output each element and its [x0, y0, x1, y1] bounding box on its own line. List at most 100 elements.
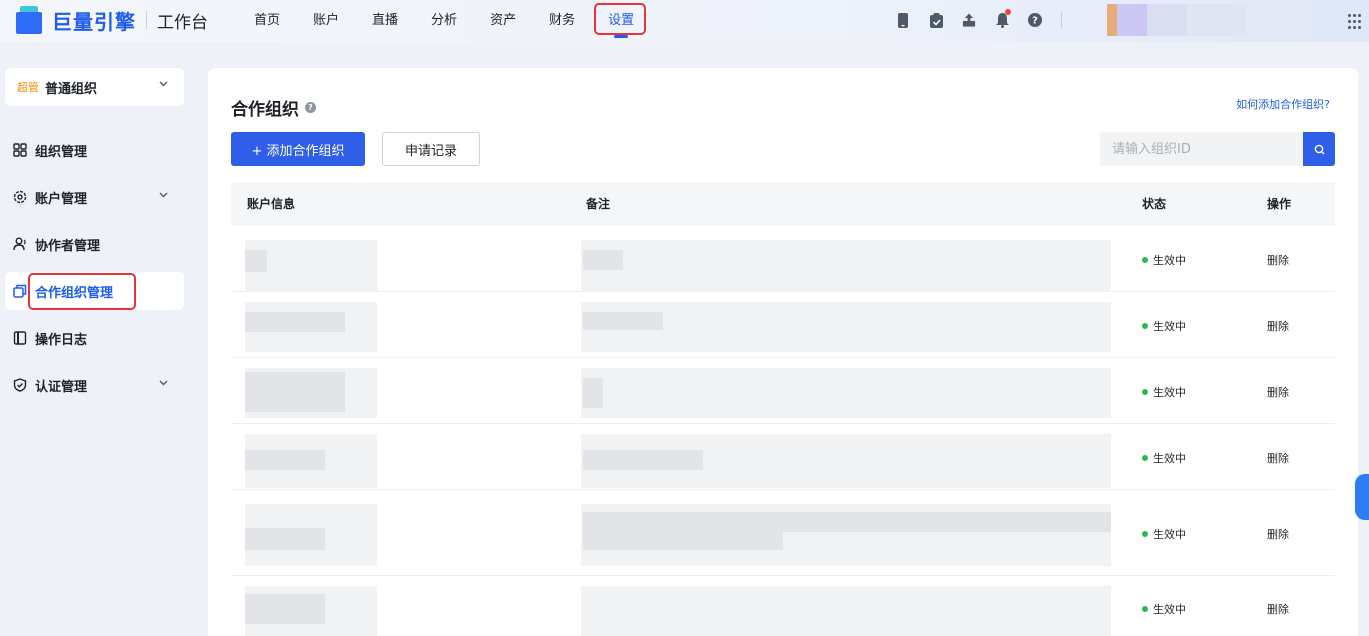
status-dot: [1142, 455, 1148, 461]
status-dot: [1142, 531, 1148, 537]
apps-grid-icon[interactable]: [1348, 14, 1364, 30]
nav-live[interactable]: 直播: [372, 0, 398, 42]
account-info-blurred: [245, 372, 345, 412]
status-text: 生效中: [1153, 386, 1186, 399]
table-row: 生效中 删除: [231, 226, 1335, 292]
delete-link[interactable]: 删除: [1267, 526, 1289, 542]
nav-home[interactable]: 首页: [254, 0, 280, 42]
toolbar-divider: [1061, 12, 1062, 28]
log-icon: [12, 330, 28, 346]
delete-link[interactable]: 删除: [1267, 252, 1289, 268]
org-id-search-input[interactable]: [1100, 132, 1303, 166]
toolbar-icons: ?: [896, 9, 1078, 28]
sidebar-item-label: 组织管理: [35, 144, 88, 160]
status-badge: 生效中: [1142, 318, 1186, 334]
sidebar-item-account-management[interactable]: 账户管理: [5, 178, 184, 216]
help-icon[interactable]: ?: [1028, 12, 1042, 28]
column-status: 状态: [1142, 197, 1167, 211]
upload-icon[interactable]: [962, 12, 976, 28]
status-badge: 生效中: [1142, 526, 1186, 542]
account-info-blurred: [245, 450, 325, 470]
table-row: 生效中 删除: [231, 576, 1335, 636]
remark-blurred: [581, 368, 1111, 418]
sidebar-item-operation-log[interactable]: 操作日志: [5, 319, 184, 357]
top-nav-bar: 巨量引擎 工作台 首页 账户 直播 分析 资产 财务 设置 ?: [0, 0, 1369, 42]
add-partner-org-button[interactable]: + 添加合作组织: [231, 132, 365, 166]
account-info-blurred: [245, 250, 267, 272]
users-icon: [12, 236, 28, 252]
search-button[interactable]: [1303, 132, 1335, 166]
floating-assistant-button[interactable]: [1355, 474, 1369, 520]
status-badge: 生效中: [1142, 450, 1186, 466]
remark-blurred: [581, 240, 1111, 292]
sidebar: 超管 普通组织 组织管理 账户管理 协作者管理 合作组织管理 操作日志 认证管理: [0, 58, 198, 636]
table-row: 生效中 删除: [231, 490, 1335, 576]
nav-settings[interactable]: 设置: [608, 0, 634, 42]
delete-link[interactable]: 删除: [1267, 318, 1289, 334]
status-text: 生效中: [1153, 603, 1186, 616]
page-title-text: 合作组织: [231, 100, 299, 120]
status-text: 生效中: [1153, 320, 1186, 333]
copy-icon: [12, 283, 28, 299]
remark-blurred: [583, 532, 783, 550]
help-icon[interactable]: ?: [305, 102, 316, 113]
remark-blurred: [583, 378, 603, 408]
logo-icon: [14, 6, 44, 34]
brand-sub: 工作台: [157, 12, 208, 33]
notification-dot: [1005, 9, 1011, 15]
main-panel: 合作组织 ? 如何添加合作组织? + 添加合作组织 申请记录 账户信息 备注 状…: [208, 68, 1358, 636]
sidebar-item-label: 协作者管理: [35, 238, 101, 254]
delete-link[interactable]: 删除: [1267, 384, 1289, 400]
nav-account[interactable]: 账户: [313, 0, 339, 42]
remark-blurred: [583, 512, 1111, 532]
sidebar-item-certification-management[interactable]: 认证管理: [5, 366, 184, 404]
sidebar-item-collaborator-management[interactable]: 协作者管理: [5, 225, 184, 263]
account-info-blurred: [245, 528, 325, 550]
status-badge: 生效中: [1142, 601, 1186, 617]
brand-logo[interactable]: 巨量引擎 工作台: [14, 5, 208, 35]
chevron-down-icon: [159, 81, 168, 87]
status-dot: [1142, 257, 1148, 263]
sidebar-item-org-management[interactable]: 组织管理: [5, 131, 184, 169]
page-title: 合作组织 ?: [231, 95, 316, 120]
table-row: 生效中 删除: [231, 424, 1335, 490]
account-info-blurred: [245, 594, 325, 624]
sidebar-item-label: 合作组织管理: [35, 285, 114, 301]
chevron-down-icon: [159, 380, 168, 386]
brand-divider: [146, 11, 147, 29]
org-switcher[interactable]: 超管 普通组织: [5, 68, 184, 106]
sidebar-item-partner-org-management[interactable]: 合作组织管理: [5, 272, 184, 310]
gear-icon: [12, 189, 28, 205]
clipboard-icon[interactable]: [929, 12, 943, 28]
search-icon: [1314, 144, 1324, 154]
main-nav: 首页 账户 直播 分析 资产 财务 设置: [254, 0, 667, 42]
svg-text:?: ?: [1032, 16, 1038, 27]
nav-analysis[interactable]: 分析: [431, 0, 457, 42]
sidebar-item-label: 认证管理: [35, 379, 88, 395]
column-action: 操作: [1267, 197, 1292, 211]
bell-icon[interactable]: [995, 9, 1011, 28]
status-text: 生效中: [1153, 452, 1186, 465]
nav-finance[interactable]: 财务: [549, 0, 575, 42]
column-remark: 备注: [586, 197, 611, 211]
status-text: 生效中: [1153, 528, 1186, 541]
table-header: 账户信息 备注 状态 操作: [231, 182, 1335, 226]
sidebar-item-label: 操作日志: [35, 332, 88, 348]
shield-icon: [12, 377, 28, 393]
org-role-badge: 超管: [17, 81, 39, 94]
remark-blurred: [583, 450, 703, 470]
delete-link[interactable]: 删除: [1267, 450, 1289, 466]
table-row: 生效中 删除: [231, 292, 1335, 358]
brand-name: 巨量引擎: [52, 9, 136, 34]
sidebar-item-label: 账户管理: [35, 191, 88, 207]
nav-assets[interactable]: 资产: [490, 0, 516, 42]
status-dot: [1142, 606, 1148, 612]
application-records-button[interactable]: 申请记录: [382, 132, 480, 166]
status-dot: [1142, 323, 1148, 329]
user-profile-blurred[interactable]: [1107, 4, 1311, 36]
status-text: 生效中: [1153, 254, 1186, 267]
org-name: 普通组织: [45, 81, 98, 97]
phone-icon[interactable]: [896, 12, 910, 28]
delete-link[interactable]: 删除: [1267, 601, 1289, 617]
how-to-add-link[interactable]: 如何添加合作组织?: [1236, 96, 1330, 112]
